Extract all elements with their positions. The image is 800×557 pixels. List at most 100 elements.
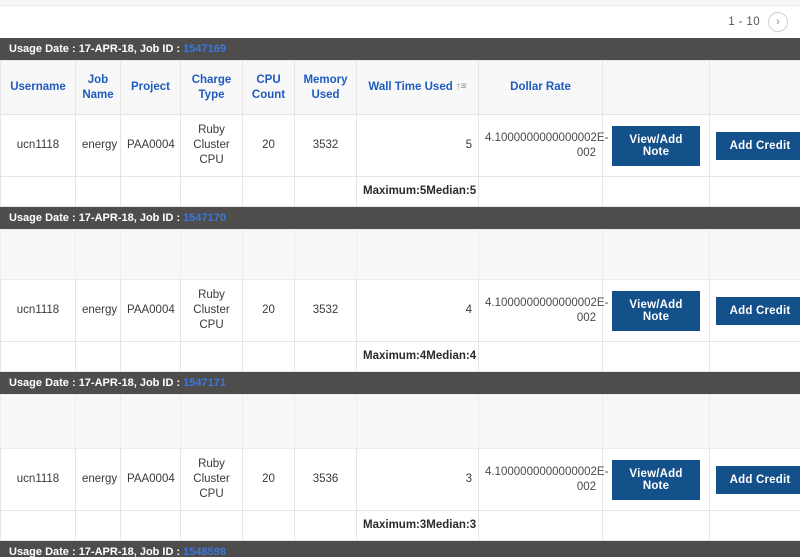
cell-username: ucn1118 (0, 448, 76, 511)
cell-credit-action: Add Credit (709, 114, 800, 177)
summary-blank-dollar-rate (478, 341, 603, 372)
group-header-band: Usage Date : 17-APR-18, Job ID : 1547170 (0, 207, 800, 229)
spacer-cell (602, 394, 710, 449)
cell-wall-time-used: 4 (356, 279, 479, 342)
usage-table-group-3: ucn1118 energy PAA0004 Ruby Cluster CPU … (0, 394, 800, 541)
group-job-id-link[interactable]: 1547169 (183, 43, 226, 55)
pagination-range-label: 1 - 10 (728, 16, 760, 28)
spacer-cell (356, 229, 479, 280)
column-header-cpu-count[interactable]: CPU Count (242, 60, 295, 115)
summary-blank-job-name (75, 510, 121, 541)
spacer-cell (602, 229, 710, 280)
add-credit-button[interactable]: Add Credit (716, 296, 800, 325)
summary-blank-note (602, 341, 710, 372)
summary-blank-charge-type (180, 176, 243, 207)
group-header-band: Usage Date : 17-APR-18, Job ID : 1548598 (0, 541, 800, 557)
cell-cpu-count: 20 (242, 279, 295, 342)
column-header-charge-type[interactable]: Charge Type (180, 60, 243, 115)
table-row: ucn1118 energy PAA0004 Ruby Cluster CPU … (0, 448, 800, 511)
summary-blank-username (0, 341, 76, 372)
summary-blank-dollar-rate (478, 510, 603, 541)
column-header-note-action (602, 60, 710, 115)
summary-blank-credit (709, 510, 800, 541)
summary-wall-time: Maximum:4Median:4 (356, 341, 479, 372)
summary-blank-note (602, 176, 710, 207)
summary-wall-time: Maximum:5Median:5 (356, 176, 479, 207)
cell-dollar-rate: 4.1000000000000002E-002 (478, 448, 608, 511)
group-job-id-link[interactable]: 1548598 (183, 546, 226, 557)
chevron-right-icon[interactable]: › (768, 12, 788, 32)
column-header-job-name[interactable]: Job Name (75, 60, 121, 115)
spacer-cell (294, 394, 357, 449)
column-header-memory-used[interactable]: Memory Used (294, 60, 357, 115)
column-header-wall-time-label: Wall Time Used (368, 81, 453, 94)
group-header-band: Usage Date : 17-APR-18, Job ID : 1547171 (0, 372, 800, 394)
group-job-id-link[interactable]: 1547171 (183, 377, 226, 389)
usage-report-page: 1 - 10 › Usage Date : 17-APR-18, Job ID … (0, 0, 800, 557)
add-credit-button[interactable]: Add Credit (716, 131, 800, 160)
group-spacer-row (0, 394, 800, 449)
cell-dollar-rate: 4.1000000000000002E-002 (478, 114, 608, 177)
column-header-dollar-rate[interactable]: Dollar Rate (478, 60, 603, 115)
spacer-cell (242, 394, 295, 449)
view-add-note-button[interactable]: View/Add Note (612, 459, 700, 500)
summary-blank-note (602, 510, 710, 541)
summary-blank-username (0, 176, 76, 207)
column-header-username[interactable]: Username (0, 60, 76, 115)
add-credit-button[interactable]: Add Credit (716, 465, 800, 494)
cell-dollar-rate: 4.1000000000000002E-002 (478, 279, 608, 342)
summary-blank-charge-type (180, 510, 243, 541)
spacer-cell (180, 229, 243, 280)
summary-wall-time: Maximum:3Median:3 (356, 510, 479, 541)
spacer-cell (709, 394, 800, 449)
cell-memory-used: 3536 (294, 448, 357, 511)
cell-cpu-count: 20 (242, 448, 295, 511)
spacer-cell (180, 394, 243, 449)
summary-blank-memory-used (294, 510, 357, 541)
sort-ascending-icon[interactable]: ↑≡ (456, 81, 467, 94)
cell-username: ucn1118 (0, 114, 76, 177)
summary-blank-cpu-count (242, 510, 295, 541)
cell-note-action: View/Add Note (602, 114, 710, 177)
column-header-project[interactable]: Project (120, 60, 181, 115)
column-header-credit-action (709, 60, 800, 115)
spacer-cell (294, 229, 357, 280)
summary-blank-job-name (75, 176, 121, 207)
column-header-wall-time-used[interactable]: Wall Time Used ↑≡ (356, 60, 479, 115)
cell-username: ucn1118 (0, 279, 76, 342)
cell-memory-used: 3532 (294, 114, 357, 177)
spacer-cell (75, 394, 121, 449)
cell-memory-used: 3532 (294, 279, 357, 342)
spacer-cell (478, 229, 603, 280)
summary-blank-dollar-rate (478, 176, 603, 207)
group-usage-date-label: Usage Date : 17-APR-18, Job ID : (9, 377, 181, 389)
usage-table-group-2: ucn1118 energy PAA0004 Ruby Cluster CPU … (0, 229, 800, 372)
cell-note-action: View/Add Note (602, 448, 710, 511)
view-add-note-button[interactable]: View/Add Note (612, 290, 700, 331)
table-row: ucn1118 energy PAA0004 Ruby Cluster CPU … (0, 114, 800, 177)
usage-table-group-1: Username Job Name Project Charge Type CP… (0, 60, 800, 207)
cell-charge-type: Ruby Cluster CPU (180, 448, 243, 511)
summary-blank-job-name (75, 341, 121, 372)
summary-blank-project (120, 341, 181, 372)
summary-blank-credit (709, 341, 800, 372)
group-job-id-link[interactable]: 1547170 (183, 212, 226, 224)
view-add-note-button[interactable]: View/Add Note (612, 125, 700, 166)
table-summary-row: Maximum:5Median:5 (0, 176, 800, 207)
cell-credit-action: Add Credit (709, 448, 800, 511)
summary-blank-cpu-count (242, 176, 295, 207)
cell-note-action: View/Add Note (602, 279, 710, 342)
summary-blank-memory-used (294, 341, 357, 372)
cell-credit-action: Add Credit (709, 279, 800, 342)
group-spacer-row (0, 229, 800, 280)
cell-wall-time-used: 3 (356, 448, 479, 511)
table-summary-row: Maximum:4Median:4 (0, 341, 800, 372)
summary-blank-project (120, 176, 181, 207)
table-summary-row: Maximum:3Median:3 (0, 510, 800, 541)
group-usage-date-label: Usage Date : 17-APR-18, Job ID : (9, 546, 181, 557)
cell-job-name: energy (75, 279, 121, 342)
cell-project: PAA0004 (120, 448, 181, 511)
summary-blank-project (120, 510, 181, 541)
summary-blank-memory-used (294, 176, 357, 207)
cell-charge-type: Ruby Cluster CPU (180, 114, 243, 177)
